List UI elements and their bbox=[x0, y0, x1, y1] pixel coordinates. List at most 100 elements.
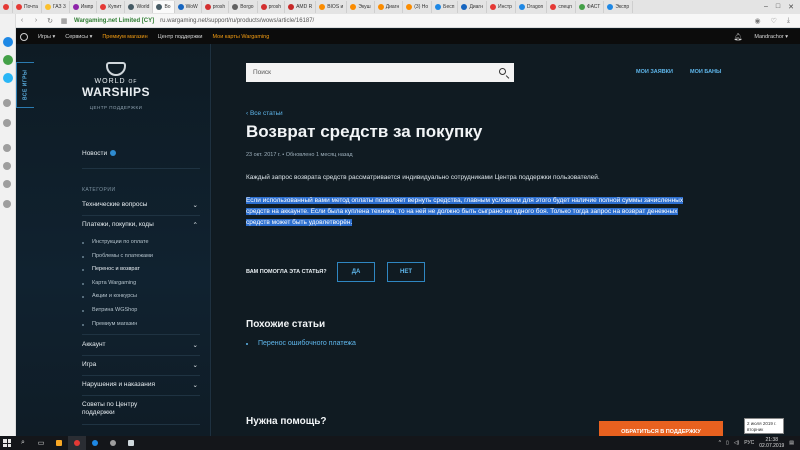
sidebar-subitem[interactable]: Витрина WGShop bbox=[92, 307, 137, 313]
opera-taskbar-icon[interactable] bbox=[68, 436, 86, 450]
browser-tab[interactable]: prosh bbox=[202, 1, 230, 13]
tab-favicon-icon bbox=[489, 4, 496, 10]
back-arrow-icon[interactable]: ‹ bbox=[18, 17, 26, 24]
wg-cards-link[interactable]: Мои карты Wargaming bbox=[213, 34, 270, 40]
camera-icon[interactable]: ◉ bbox=[755, 17, 761, 25]
browser-sidebar bbox=[0, 14, 16, 436]
world-of-warships-logo[interactable]: WORLD OF WARSHIPS ЦЕНТР ПОДДЕРЖКИ bbox=[76, 62, 156, 110]
services-menu[interactable]: Сервисы ▾ bbox=[65, 34, 92, 40]
network-icon[interactable]: ▯ bbox=[726, 440, 729, 446]
sidebar-item-violations[interactable]: Нарушения и наказания ⌄ bbox=[82, 381, 198, 389]
sidebar-subitem[interactable]: Перенос и возврат bbox=[92, 266, 140, 272]
browser-tab[interactable]: prosh bbox=[258, 1, 286, 13]
tab-label: ГАЗ 3 bbox=[52, 4, 66, 10]
browser-tab[interactable]: AMD R bbox=[285, 1, 317, 13]
logo-emblem-icon bbox=[106, 62, 126, 76]
wargaming-logo-icon[interactable] bbox=[20, 32, 28, 41]
contact-support-button[interactable]: ОБРАТИТЬСЯ В ПОДДЕРЖКУ bbox=[599, 421, 723, 436]
search-input[interactable]: Поиск bbox=[246, 63, 514, 82]
browser-tab[interactable]: Инстр bbox=[487, 1, 516, 13]
notifications-icon[interactable]: ▤ bbox=[789, 440, 794, 446]
download-icon[interactable]: ⤓ bbox=[787, 17, 790, 25]
browser-tab[interactable]: Экспр bbox=[604, 1, 634, 13]
sidebar-subitem[interactable]: Проблемы с платежами bbox=[92, 253, 153, 259]
file-explorer-icon[interactable] bbox=[50, 436, 68, 450]
tabs-grid-icon[interactable]: ▦ bbox=[60, 17, 68, 25]
games-menu[interactable]: Игры ▾ bbox=[38, 34, 55, 40]
browser-taskbar-icon[interactable] bbox=[86, 436, 104, 450]
minimize-icon[interactable]: – bbox=[764, 3, 768, 11]
sidebar-subitem[interactable]: Акции и конкурсы bbox=[92, 293, 137, 299]
history-icon[interactable] bbox=[3, 200, 11, 208]
language-indicator[interactable]: РУС bbox=[744, 440, 754, 446]
browser-tab[interactable]: Купит bbox=[97, 1, 126, 13]
browser-tab[interactable]: ФАСТ bbox=[576, 1, 605, 13]
browser-tab[interactable]: Диагн bbox=[375, 1, 404, 13]
whatsapp-icon[interactable] bbox=[3, 55, 13, 65]
maximize-icon[interactable]: □ bbox=[776, 3, 780, 11]
close-icon[interactable]: ✕ bbox=[788, 3, 794, 11]
sidebar-subitem[interactable]: Карта Wargaming bbox=[92, 280, 136, 286]
browser-tab[interactable]: WoW bbox=[175, 1, 202, 13]
send-icon[interactable] bbox=[3, 119, 11, 127]
sidebar-item-payments[interactable]: Платежи, покупки, коды ⌃ bbox=[82, 221, 198, 229]
sidebar-subitem[interactable]: Премиум магазин bbox=[92, 321, 137, 327]
heart-icon[interactable] bbox=[3, 162, 11, 170]
all-games-tab[interactable]: ВСЕ ИГРЫ bbox=[16, 62, 34, 108]
secure-site-label[interactable]: Wargaming.net Limited [CY] bbox=[74, 18, 154, 24]
site-top-nav: Игры ▾ Сервисы ▾ Премиум магазин Центр п… bbox=[16, 29, 800, 44]
browser-tab[interactable]: ГАЗ 3 bbox=[42, 1, 70, 13]
game-center-taskbar-icon[interactable] bbox=[104, 436, 122, 450]
bell-icon[interactable]: 🔔︎ bbox=[733, 33, 742, 41]
yes-button[interactable]: ДА bbox=[337, 262, 375, 282]
search-side-icon[interactable] bbox=[3, 99, 11, 107]
messenger-icon[interactable] bbox=[3, 37, 13, 47]
browser-tab[interactable]: спецп bbox=[547, 1, 576, 13]
sidebar-news[interactable]: Новости bbox=[82, 150, 117, 157]
my-bans-link[interactable]: МОИ БАНЫ bbox=[690, 69, 721, 75]
reload-icon[interactable]: ↻ bbox=[46, 17, 54, 25]
sidebar-item-account[interactable]: Аккаунт ⌄ bbox=[82, 341, 198, 349]
browser-tab[interactable]: Бесп bbox=[432, 1, 459, 13]
sidebar-item-tech-issues[interactable]: Технические вопросы ⌄ bbox=[82, 201, 198, 209]
sidebar-item-game[interactable]: Игра ⌄ bbox=[82, 361, 198, 369]
start-button[interactable] bbox=[0, 436, 14, 450]
windows-logo-icon bbox=[3, 439, 11, 447]
browser-tab[interactable]: Dragon bbox=[516, 1, 548, 13]
opera-menu-button[interactable] bbox=[0, 1, 13, 13]
browser-tab[interactable]: Почта bbox=[13, 1, 42, 13]
search-taskbar-icon[interactable]: ⌕ bbox=[14, 436, 32, 450]
url-field[interactable]: ru.wargaming.net/support/ru/products/wow… bbox=[160, 18, 314, 24]
browser-tab[interactable]: World bbox=[125, 1, 154, 13]
similar-article-link[interactable]: Перенос ошибочного платежа bbox=[258, 340, 356, 347]
task-view-icon[interactable]: ▭ bbox=[32, 436, 50, 450]
search-icon[interactable] bbox=[499, 68, 506, 75]
tray-arrow-icon[interactable]: ^ bbox=[719, 440, 721, 446]
sidebar-item-support-tips[interactable]: Советы по Центру поддержки bbox=[82, 401, 162, 417]
browser-tab[interactable]: Импр bbox=[70, 1, 98, 13]
forward-arrow-icon[interactable]: › bbox=[32, 17, 40, 24]
volume-icon[interactable]: ◁) bbox=[734, 440, 740, 446]
tab-label: Экуш bbox=[358, 4, 371, 10]
user-menu[interactable]: Mandrachor ▾ bbox=[754, 34, 788, 40]
clock[interactable]: 21:38 02.07.2019 bbox=[759, 437, 784, 449]
news-side-icon[interactable] bbox=[3, 180, 11, 188]
browser-tab[interactable]: (3) Но bbox=[403, 1, 433, 13]
support-center-link[interactable]: Центр поддержки bbox=[158, 34, 203, 40]
chevron-down-icon: ⌄ bbox=[192, 362, 198, 369]
grid-icon[interactable] bbox=[3, 144, 11, 152]
all-articles-link[interactable]: ‹ Все статьи bbox=[246, 110, 283, 117]
browser-tab[interactable]: Во bbox=[153, 1, 175, 13]
browser-tab[interactable]: Borgo bbox=[229, 1, 258, 13]
premium-shop-link[interactable]: Премиум магазин bbox=[102, 34, 147, 40]
telegram-icon[interactable] bbox=[3, 73, 13, 83]
browser-tab[interactable]: Экуш bbox=[347, 1, 375, 13]
my-requests-link[interactable]: МОИ ЗАЯВКИ bbox=[636, 69, 673, 75]
bookmark-heart-icon[interactable]: ♡ bbox=[771, 17, 777, 25]
bullet bbox=[82, 310, 84, 312]
no-button[interactable]: НЕТ bbox=[387, 262, 425, 282]
browser-tab[interactable]: Диагн bbox=[458, 1, 487, 13]
app-taskbar-icon[interactable] bbox=[122, 436, 140, 450]
sidebar-subitem[interactable]: Инструкции по оплате bbox=[92, 239, 149, 245]
browser-tab[interactable]: BIOS и bbox=[316, 1, 348, 13]
